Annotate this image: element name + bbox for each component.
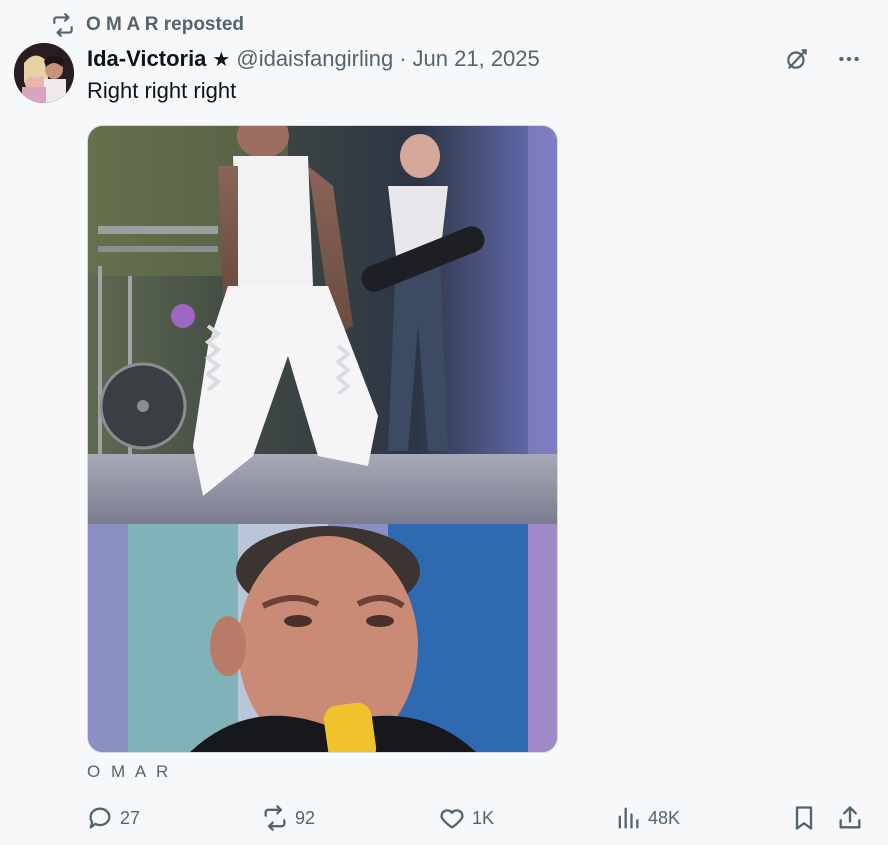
like-count: 1K (472, 807, 495, 828)
tweet-header: Ida-Victoria ★ @idaisfangirling · Jun 21… (87, 44, 540, 74)
media-account-label: O M A R (87, 762, 172, 781)
reposter-name[interactable]: O M A R (86, 14, 158, 36)
photo-image (88, 126, 557, 752)
bookmark-button[interactable] (790, 800, 824, 836)
share-button[interactable] (836, 800, 870, 836)
more-icon (839, 56, 859, 62)
tweet-text: Right right right (87, 78, 237, 103)
tweet-top-actions (782, 44, 864, 74)
views-count: 48K (648, 807, 681, 828)
separator-dot: · (399, 46, 407, 71)
repost-suffix: reposted (158, 14, 245, 35)
reply-button[interactable]: 27 (86, 800, 140, 836)
views-chart-icon (618, 807, 639, 829)
views-button[interactable]: 48K (614, 800, 680, 836)
tweet-card[interactable]: O M A R reposted Ida-Victoria ★ @idaisfa… (0, 0, 888, 845)
post-date[interactable]: Jun 21, 2025 (413, 46, 540, 72)
author-display-name[interactable]: Ida-Victoria (87, 46, 206, 72)
reply-icon (89, 807, 111, 829)
grok-button[interactable] (782, 44, 812, 74)
repost-count: 92 (295, 807, 316, 828)
tweet-action-bar: 27 92 1K 48K (0, 800, 888, 836)
star-badge: ★ (212, 48, 231, 71)
avatar[interactable] (14, 43, 74, 103)
share-icon (839, 806, 861, 829)
bookmark-icon (795, 806, 813, 830)
heart-icon (440, 809, 464, 829)
repost-icon (53, 13, 73, 37)
grok-icon (787, 49, 807, 69)
repost-action-icon (264, 805, 286, 831)
author-handle[interactable]: @idaisfangirling (236, 46, 393, 72)
like-button[interactable]: 1K (438, 800, 494, 836)
reply-count: 27 (120, 807, 141, 828)
repost-button[interactable]: 92 (261, 800, 315, 836)
repost-context[interactable]: O M A R reposted (50, 12, 244, 38)
more-options-button[interactable] (834, 44, 864, 74)
tweet-media-photo[interactable] (87, 125, 558, 753)
